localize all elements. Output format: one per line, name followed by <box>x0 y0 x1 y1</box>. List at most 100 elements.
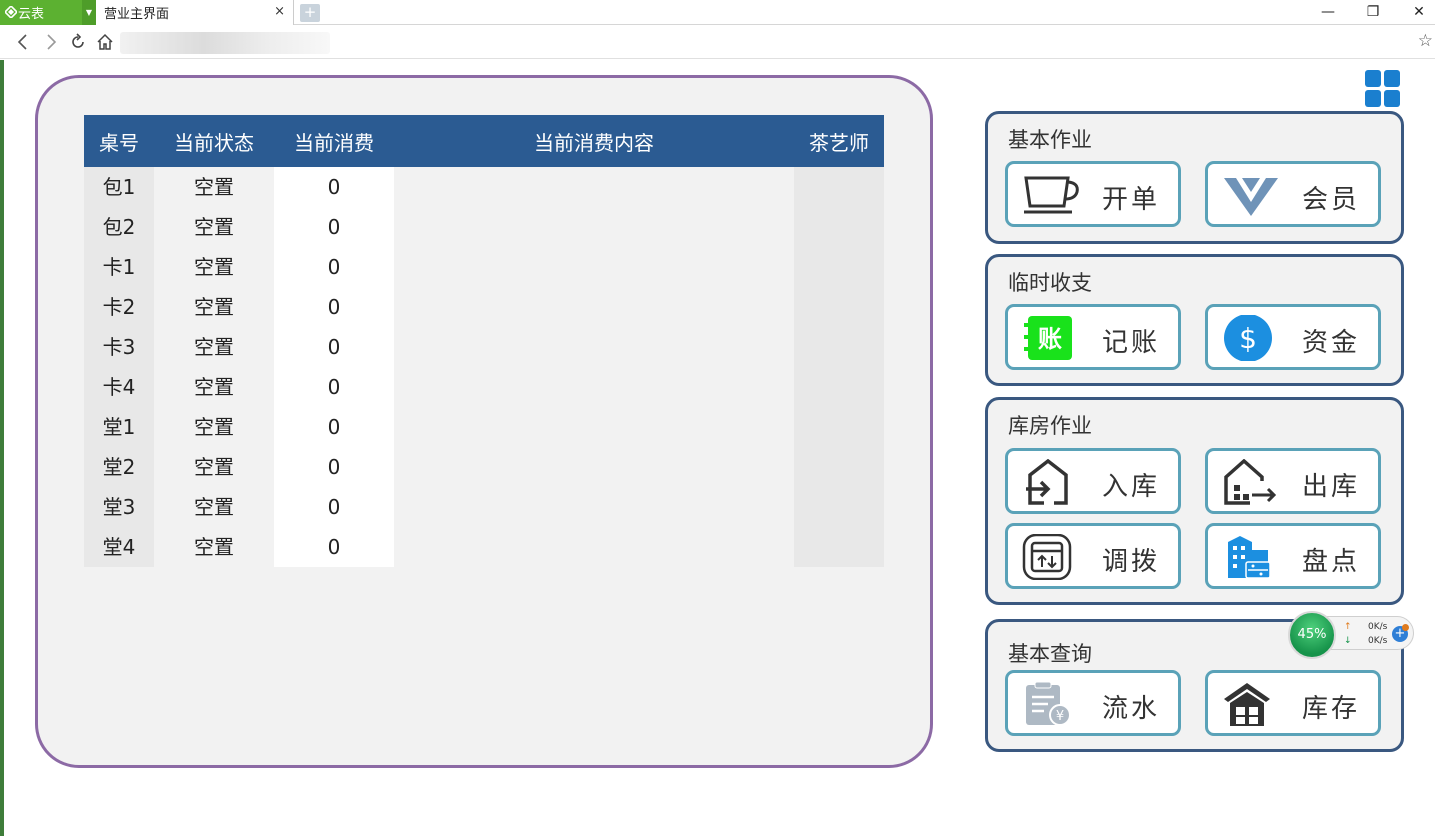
open-order-label: 开单 <box>1101 185 1160 215</box>
cell-amount: 0 <box>274 447 394 487</box>
table-row[interactable]: 卡2 空置 0 <box>84 287 884 327</box>
minimize-button[interactable]: — <box>1313 2 1343 22</box>
table-header-row: 桌号 当前状态 当前消费 当前消费内容 茶艺师 <box>84 115 884 167</box>
cell-amount: 0 <box>274 487 394 527</box>
refresh-icon[interactable] <box>69 33 87 51</box>
new-tab-button[interactable]: + <box>300 4 320 22</box>
cell-tea-master <box>794 167 884 207</box>
cell-status: 空置 <box>154 527 274 567</box>
cell-table-no: 堂1 <box>84 407 154 447</box>
cell-status: 空置 <box>154 167 274 207</box>
cell-table-no: 包2 <box>84 207 154 247</box>
forward-icon[interactable] <box>42 33 60 51</box>
stock-query-button[interactable]: 库存 <box>1205 670 1381 736</box>
app-logo-icon <box>5 6 17 18</box>
tab-main[interactable]: 营业主界面 × <box>96 0 294 25</box>
dollar-icon: $ <box>1224 315 1272 361</box>
home-icon[interactable] <box>96 33 114 51</box>
bookmark-star-icon[interactable]: ☆ <box>1418 31 1433 51</box>
cell-content <box>394 167 794 207</box>
group-warehouse-operations: 库房作业 入库 出库 调拨 盘点 <box>985 397 1404 605</box>
table-row[interactable]: 包2 空置 0 <box>84 207 884 247</box>
member-label: 会员 <box>1301 185 1360 215</box>
cell-content <box>394 367 794 407</box>
stock-in-button[interactable]: 入库 <box>1005 448 1181 514</box>
flow-clipboard-icon: ¥ <box>1026 681 1071 726</box>
header-table-no: 桌号 <box>99 130 139 155</box>
inventory-check-button[interactable]: 盘点 <box>1205 523 1381 589</box>
cell-table-no: 包1 <box>84 167 154 207</box>
notification-dot <box>1402 624 1409 631</box>
transfer-box-icon <box>1022 534 1072 580</box>
transfer-label: 调拨 <box>1101 547 1160 577</box>
header-tea-master: 茶艺师 <box>809 130 869 155</box>
upload-speed: 0K/s <box>1368 622 1388 632</box>
menu-grid-icon[interactable] <box>1365 70 1400 107</box>
cell-table-no: 堂2 <box>84 447 154 487</box>
diamond-icon <box>1224 178 1278 216</box>
cell-content <box>394 327 794 367</box>
network-speed-widget[interactable]: 45% ↑ ↓ 0K/s 0K/s + <box>1288 611 1416 659</box>
cell-amount: 0 <box>274 247 394 287</box>
flow-record-button[interactable]: ¥ 流水 <box>1005 670 1181 736</box>
cell-table-no: 卡4 <box>84 367 154 407</box>
address-bar[interactable] <box>120 32 330 54</box>
cell-content <box>394 407 794 447</box>
restore-button[interactable]: ❐ <box>1358 2 1388 22</box>
cell-amount: 0 <box>274 327 394 367</box>
cell-status: 空置 <box>154 327 274 367</box>
table-row[interactable]: 堂3 空置 0 <box>84 487 884 527</box>
stock-out-icon <box>1224 459 1277 505</box>
tea-cup-icon <box>1024 176 1079 214</box>
cell-content <box>394 287 794 327</box>
table-status-grid: 桌号 当前状态 当前消费 当前消费内容 茶艺师 包1 空置 0 包2 空置 0 卡1 空置 0 卡… <box>84 115 884 567</box>
group-title-basic: 基本作业 <box>1008 128 1092 152</box>
cell-tea-master <box>794 447 884 487</box>
bookkeeping-button[interactable]: 账 记账 <box>1005 304 1181 370</box>
ledger-icon: 账 <box>1024 316 1072 360</box>
cell-status: 空置 <box>154 407 274 447</box>
table-row[interactable]: 包1 空置 0 <box>84 167 884 207</box>
app-tab[interactable]: 云表 <box>0 0 82 25</box>
open-order-button[interactable]: 开单 <box>1005 161 1181 227</box>
member-button[interactable]: 会员 <box>1205 161 1381 227</box>
header-amount: 当前消费 <box>294 130 374 155</box>
cell-content <box>394 247 794 287</box>
cell-status: 空置 <box>154 247 274 287</box>
memory-usage-ball[interactable]: 45% <box>1288 611 1336 659</box>
table-row[interactable]: 卡1 空置 0 <box>84 247 884 287</box>
table-row[interactable]: 堂4 空置 0 <box>84 527 884 567</box>
table-row[interactable]: 卡4 空置 0 <box>84 367 884 407</box>
download-arrow-icon: ↓ <box>1344 636 1352 646</box>
stock-in-label: 入库 <box>1101 472 1160 502</box>
cell-content <box>394 487 794 527</box>
download-speed: 0K/s <box>1368 636 1388 646</box>
cell-table-no: 卡1 <box>84 247 154 287</box>
header-content: 当前消费内容 <box>534 130 654 155</box>
dollar-glyph: $ <box>1239 322 1257 355</box>
funds-label: 资金 <box>1301 328 1360 358</box>
inventory-building-icon <box>1228 536 1271 579</box>
cell-tea-master <box>794 367 884 407</box>
table-row[interactable]: 卡3 空置 0 <box>84 327 884 367</box>
cell-status: 空置 <box>154 367 274 407</box>
cell-content <box>394 527 794 567</box>
group-title-query: 基本查询 <box>1008 642 1092 666</box>
close-window-button[interactable]: ✕ <box>1404 2 1434 22</box>
funds-button[interactable]: $ 资金 <box>1205 304 1381 370</box>
cell-tea-master <box>794 327 884 367</box>
cell-tea-master <box>794 247 884 287</box>
stock-out-button[interactable]: 出库 <box>1205 448 1381 514</box>
table-row[interactable]: 堂1 空置 0 <box>84 407 884 447</box>
transfer-button[interactable]: 调拨 <box>1005 523 1181 589</box>
table-row[interactable]: 堂2 空置 0 <box>84 447 884 487</box>
inventory-check-label: 盘点 <box>1301 547 1360 577</box>
back-icon[interactable] <box>14 33 32 51</box>
cell-amount: 0 <box>274 167 394 207</box>
bookkeeping-label: 记账 <box>1101 328 1160 358</box>
tab-title: 营业主界面 <box>104 7 170 22</box>
tab-close-icon[interactable]: × <box>274 4 285 19</box>
app-menu-dropdown[interactable]: ▼ <box>82 0 96 25</box>
upload-arrow-icon: ↑ <box>1344 622 1352 632</box>
table-status-panel: 桌号 当前状态 当前消费 当前消费内容 茶艺师 包1 空置 0 包2 空置 0 卡1 空置 0 卡… <box>35 75 933 768</box>
